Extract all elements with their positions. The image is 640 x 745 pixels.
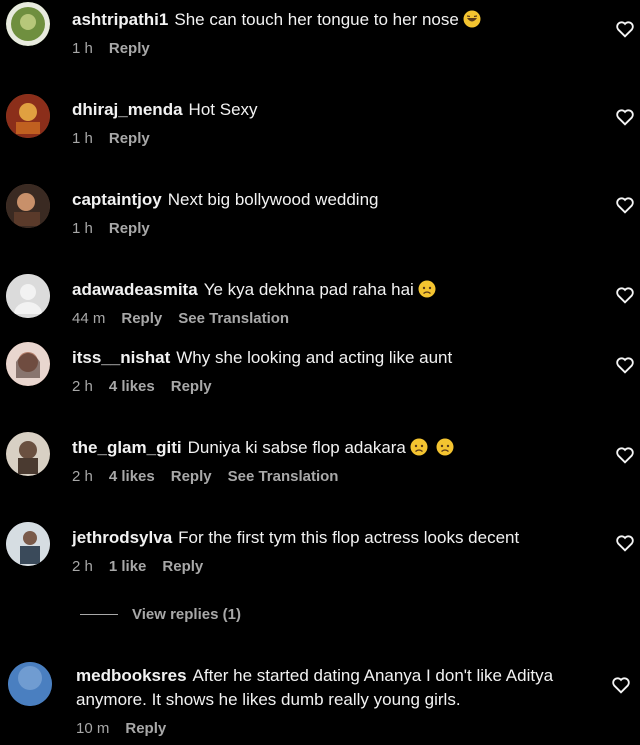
see-translation-button[interactable]: See Translation — [178, 310, 289, 327]
reply-button[interactable]: Reply — [121, 310, 162, 327]
comment-username[interactable]: jethrodsylva — [72, 528, 172, 547]
heart-icon[interactable] — [614, 444, 636, 466]
avatar[interactable] — [6, 522, 50, 566]
avatar[interactable] — [8, 662, 52, 706]
reply-button[interactable]: Reply — [109, 220, 150, 237]
comment-text: She can touch her tongue to her nose — [174, 10, 459, 29]
avatar[interactable] — [6, 342, 50, 386]
comment-text: Next big bollywood wedding — [167, 190, 379, 209]
comment-time: 2 h — [72, 468, 93, 485]
sad-emoji-icon — [418, 280, 436, 298]
see-translation-button[interactable]: See Translation — [228, 468, 339, 485]
comment-time: 10 m — [76, 720, 110, 737]
comment-time: 1 h — [72, 220, 93, 237]
comment-text: Hot Sexy — [188, 100, 258, 119]
comment-time: 2 h — [72, 558, 93, 575]
likes-count[interactable]: 1 like — [109, 558, 147, 575]
sad-emoji-icon — [436, 438, 454, 456]
comment-time: 1 h — [72, 40, 93, 57]
reply-button[interactable]: Reply — [171, 468, 212, 485]
sad-emoji-icon — [410, 438, 428, 456]
avatar[interactable] — [6, 94, 50, 138]
reply-button[interactable]: Reply — [171, 378, 212, 395]
reply-button[interactable]: Reply — [109, 130, 150, 147]
view-replies-label: View replies (1) — [132, 606, 241, 623]
comment-text: Why she looking and acting like aunt — [176, 348, 453, 367]
comment-username[interactable]: adawadeasmita — [72, 280, 198, 299]
comment-username[interactable]: itss__nishat — [72, 348, 170, 367]
heart-icon[interactable] — [614, 284, 636, 306]
heart-icon[interactable] — [614, 194, 636, 216]
likes-count[interactable]: 4 likes — [109, 468, 155, 485]
comment-time: 44 m — [72, 310, 106, 327]
comment-text: Ye kya dekhna pad raha hai — [203, 280, 414, 299]
comment-username[interactable]: dhiraj_menda — [72, 100, 183, 119]
reply-button[interactable]: Reply — [109, 40, 150, 57]
laugh-emoji-icon — [463, 10, 481, 28]
avatar[interactable] — [6, 184, 50, 228]
comment-username[interactable]: ashtripathi1 — [72, 10, 168, 29]
comment-username[interactable]: medbooksres — [76, 666, 187, 685]
comment-time: 2 h — [72, 378, 93, 395]
heart-icon[interactable] — [614, 106, 636, 128]
heart-icon[interactable] — [614, 532, 636, 554]
heart-icon[interactable] — [610, 674, 632, 696]
avatar[interactable] — [6, 432, 50, 476]
avatar[interactable] — [6, 2, 50, 46]
comment-text: For the first tym this flop actress look… — [178, 528, 520, 547]
comment-text: Duniya ki sabse flop adakara — [187, 438, 406, 457]
heart-icon[interactable] — [614, 18, 636, 40]
reply-button[interactable]: Reply — [162, 558, 203, 575]
heart-icon[interactable] — [614, 354, 636, 376]
view-replies-button[interactable]: View replies (1) — [80, 606, 241, 623]
comment-username[interactable]: captaintjoy — [72, 190, 162, 209]
divider — [80, 614, 118, 615]
reply-button[interactable]: Reply — [125, 720, 166, 737]
comment-username[interactable]: the_glam_giti — [72, 438, 182, 457]
likes-count[interactable]: 4 likes — [109, 378, 155, 395]
avatar[interactable] — [6, 274, 50, 318]
comment-time: 1 h — [72, 130, 93, 147]
